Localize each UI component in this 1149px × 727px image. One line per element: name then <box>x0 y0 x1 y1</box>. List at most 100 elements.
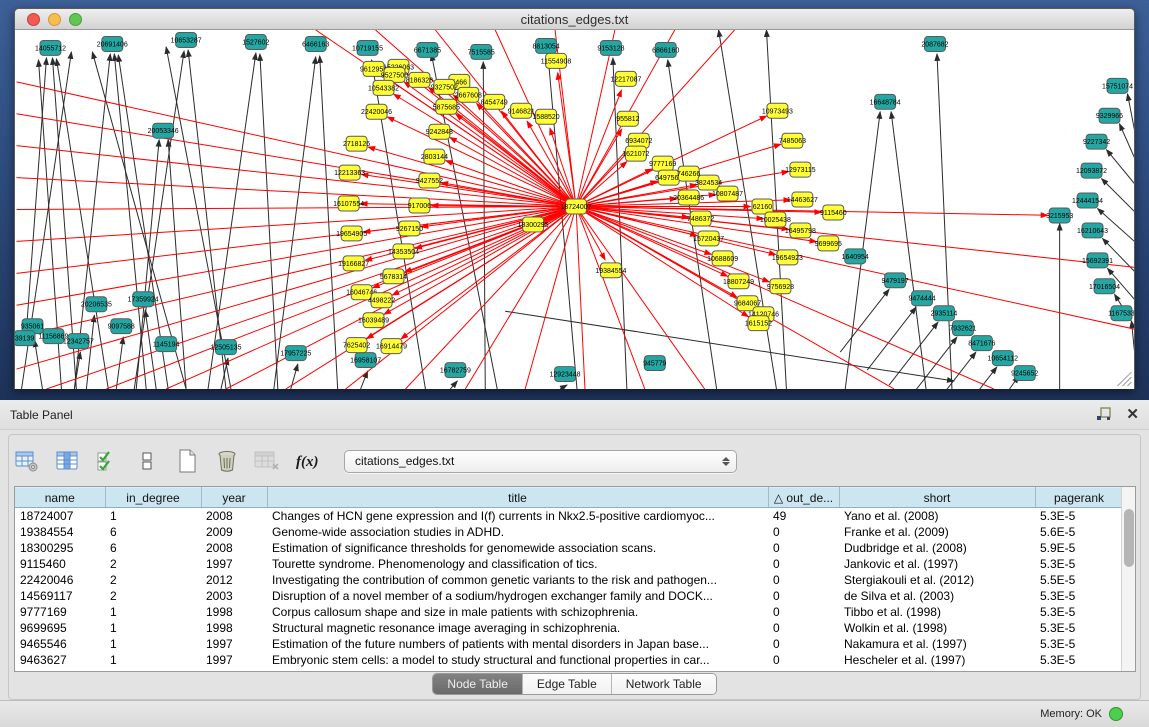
tab-node-table[interactable]: Node Table <box>433 674 523 694</box>
cell-year[interactable]: 1997 <box>201 636 267 652</box>
cell-out_degree[interactable]: 0 <box>768 540 839 556</box>
cell-pagerank[interactable]: 5.3E-5 <box>1035 508 1123 524</box>
cell-in_degree[interactable]: 6 <box>105 524 201 540</box>
cell-in_degree[interactable]: 1 <box>105 604 201 620</box>
cell-short[interactable]: Franke et al. (2009) <box>839 524 1035 540</box>
cell-name[interactable]: 14569117 <box>15 588 105 604</box>
cell-pagerank[interactable]: 5.3E-5 <box>1035 556 1123 572</box>
table-row[interactable]: 1830029562008Estimation of significance … <box>15 540 1123 556</box>
cell-name[interactable]: 9699695 <box>15 620 105 636</box>
cell-year[interactable]: 2009 <box>201 524 267 540</box>
row-height-icon[interactable] <box>134 448 160 474</box>
cell-pagerank[interactable]: 5.5E-5 <box>1035 572 1123 588</box>
cell-out_degree[interactable]: 0 <box>768 556 839 572</box>
cell-in_degree[interactable]: 1 <box>105 636 201 652</box>
column-header-short[interactable]: short <box>839 488 1035 508</box>
cell-title[interactable]: Embryonic stem cells: a model to study s… <box>267 652 768 668</box>
cell-name[interactable]: 9777169 <box>15 604 105 620</box>
cell-in_degree[interactable]: 6 <box>105 540 201 556</box>
cell-year[interactable]: 1998 <box>201 604 267 620</box>
table-row[interactable]: 946554611997Estimation of the future num… <box>15 636 1123 652</box>
create-column-icon[interactable] <box>174 448 200 474</box>
window-titlebar[interactable]: citations_edges.txt <box>15 9 1134 30</box>
cell-title[interactable]: Corpus callosum shape and size in male p… <box>267 604 768 620</box>
cell-name[interactable]: 22420046 <box>15 572 105 588</box>
graph-svg[interactable]: 1405571220691406106532871527602646616310… <box>15 30 1134 389</box>
cell-short[interactable]: Jankovic et al. (1997) <box>839 556 1035 572</box>
cell-title[interactable]: Disruption of a novel member of a sodium… <box>267 588 768 604</box>
window-resize-grip[interactable] <box>1117 372 1131 386</box>
cell-out_degree[interactable]: 49 <box>768 508 839 524</box>
cell-title[interactable]: Tourette syndrome. Phenomenology and cla… <box>267 556 768 572</box>
cell-in_degree[interactable]: 2 <box>105 588 201 604</box>
column-header-pagerank[interactable]: pagerank <box>1035 488 1123 508</box>
column-header-out_degree[interactable]: △ out_de... <box>768 488 839 508</box>
cell-year[interactable]: 2012 <box>201 572 267 588</box>
column-header-in_degree[interactable]: in_degree <box>105 488 201 508</box>
cell-name[interactable]: 9463627 <box>15 652 105 668</box>
float-panel-icon[interactable] <box>1096 407 1112 422</box>
cell-title[interactable]: Estimation of the future numbers of pati… <box>267 636 768 652</box>
table-row[interactable]: 1872400712008Changes of HCN gene express… <box>15 508 1123 524</box>
table-selector-dropdown[interactable]: citations_edges.txt <box>344 450 737 473</box>
cell-in_degree[interactable]: 1 <box>105 620 201 636</box>
cell-in_degree[interactable]: 1 <box>105 652 201 668</box>
cell-name[interactable]: 18300295 <box>15 540 105 556</box>
minimize-window-button[interactable] <box>48 13 61 26</box>
delete-column-icon[interactable] <box>214 448 240 474</box>
tab-network-table[interactable]: Network Table <box>612 674 716 694</box>
cell-title[interactable]: Changes of HCN gene expression and I(f) … <box>267 508 768 524</box>
table-row[interactable]: 2242004622012Investigating the contribut… <box>15 572 1123 588</box>
tab-edge-table[interactable]: Edge Table <box>523 674 612 694</box>
table-row[interactable]: 946362711997Embryonic stem cells: a mode… <box>15 652 1123 668</box>
cell-pagerank[interactable]: 5.3E-5 <box>1035 620 1123 636</box>
cell-title[interactable]: Estimation of significance thresholds fo… <box>267 540 768 556</box>
close-window-button[interactable] <box>27 13 40 26</box>
table-scrollbar[interactable] <box>1121 487 1135 671</box>
cell-in_degree[interactable]: 1 <box>105 508 201 524</box>
column-header-year[interactable]: year <box>201 488 267 508</box>
cell-title[interactable]: Structural magnetic resonance image aver… <box>267 620 768 636</box>
cell-pagerank[interactable]: 5.3E-5 <box>1035 604 1123 620</box>
cell-short[interactable]: Yano et al. (2008) <box>839 508 1035 524</box>
cell-pagerank[interactable]: 5.9E-5 <box>1035 540 1123 556</box>
cell-short[interactable]: Dudbridge et al. (2008) <box>839 540 1035 556</box>
table-options-icon[interactable] <box>14 448 40 474</box>
close-panel-icon[interactable]: ✕ <box>1126 407 1139 422</box>
memory-ok-indicator[interactable] <box>1109 707 1123 721</box>
cell-pagerank[interactable]: 5.3E-5 <box>1035 652 1123 668</box>
cell-title[interactable]: Genome-wide association studies in ADHD. <box>267 524 768 540</box>
cell-in_degree[interactable]: 2 <box>105 572 201 588</box>
table-row[interactable]: 969969511998Structural magnetic resonanc… <box>15 620 1123 636</box>
cell-short[interactable]: Hescheler et al. (1997) <box>839 652 1035 668</box>
function-builder-icon[interactable]: f(x) <box>294 448 320 474</box>
cell-year[interactable]: 2008 <box>201 540 267 556</box>
cell-out_degree[interactable]: 0 <box>768 588 839 604</box>
cell-name[interactable]: 9115460 <box>15 556 105 572</box>
cell-name[interactable]: 19384554 <box>15 524 105 540</box>
select-all-columns-icon[interactable] <box>94 448 120 474</box>
zoom-window-button[interactable] <box>69 13 82 26</box>
cell-short[interactable]: Tibbo et al. (1998) <box>839 604 1035 620</box>
cell-pagerank[interactable]: 5.3E-5 <box>1035 636 1123 652</box>
network-canvas[interactable]: 1405571220691406106532871527602646616310… <box>15 30 1134 389</box>
cell-year[interactable]: 1997 <box>201 652 267 668</box>
column-header-name[interactable]: name <box>15 488 105 508</box>
scrollbar-thumb[interactable] <box>1124 509 1134 567</box>
cell-year[interactable]: 2003 <box>201 588 267 604</box>
cell-out_degree[interactable]: 0 <box>768 524 839 540</box>
table-row[interactable]: 1938455462009Genome-wide association stu… <box>15 524 1123 540</box>
cell-out_degree[interactable]: 0 <box>768 620 839 636</box>
table-row[interactable]: 1456911722003Disruption of a novel membe… <box>15 588 1123 604</box>
column-header-title[interactable]: title <box>267 488 768 508</box>
cell-out_degree[interactable]: 0 <box>768 636 839 652</box>
show-columns-icon[interactable] <box>54 448 80 474</box>
cell-year[interactable]: 1998 <box>201 620 267 636</box>
cell-pagerank[interactable]: 5.3E-5 <box>1035 588 1123 604</box>
cell-short[interactable]: Wolkin et al. (1998) <box>839 620 1035 636</box>
cell-name[interactable]: 9465546 <box>15 636 105 652</box>
cell-title[interactable]: Investigating the contribution of common… <box>267 572 768 588</box>
cell-out_degree[interactable]: 0 <box>768 604 839 620</box>
cell-year[interactable]: 1997 <box>201 556 267 572</box>
cell-in_degree[interactable]: 2 <box>105 556 201 572</box>
